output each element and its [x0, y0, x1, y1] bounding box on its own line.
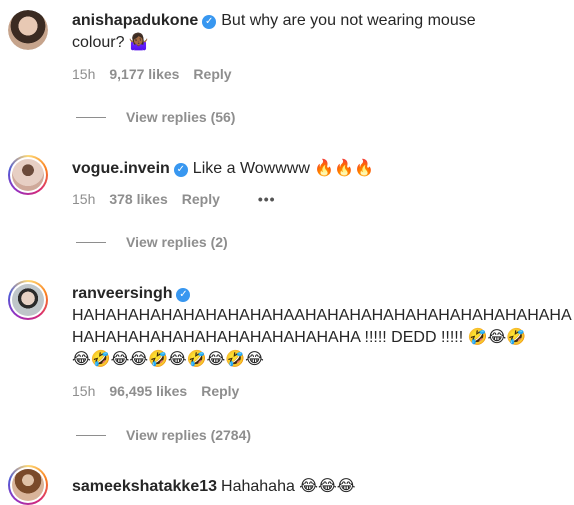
- view-replies-label: View replies (56): [126, 109, 236, 125]
- avatar[interactable]: [8, 155, 48, 195]
- comment-text-line2: HAHAHAHAHAHAHAHAHAHAHAHAHA !!!!! DEDD !!…: [72, 329, 527, 346]
- comment-body: sameekshatakke13 Hahahaha 😂😂😂: [72, 476, 560, 498]
- comment-text: Hahahaha 😂😂😂: [221, 478, 356, 495]
- timestamp[interactable]: 15h: [72, 383, 95, 399]
- comment-meta: 15h 9,177 likes Reply: [72, 66, 232, 82]
- verified-badge-icon: ✓: [202, 15, 217, 29]
- username[interactable]: anishapadukone: [72, 12, 198, 29]
- comment-text-line3: 😂🤣😂😂🤣😂🤣😂🤣😂: [72, 351, 264, 368]
- reply-button[interactable]: Reply: [193, 66, 231, 82]
- username[interactable]: sameekshatakke13: [72, 478, 217, 495]
- username[interactable]: ranveersingh: [72, 285, 172, 302]
- timestamp[interactable]: 15h: [72, 191, 95, 207]
- view-replies-label: View replies (2): [126, 234, 228, 250]
- avatar-photo: [12, 159, 44, 191]
- verified-badge-icon: ✓: [176, 288, 191, 302]
- likes-count[interactable]: 9,177 likes: [109, 66, 179, 82]
- comment-body: anishapadukone ✓ But why are you not weari…: [72, 10, 560, 54]
- comment-text: But why are you not wearing mouse: [221, 12, 476, 29]
- view-replies-button[interactable]: View replies (2784): [76, 427, 251, 443]
- avatar-inner: [10, 157, 46, 193]
- avatar[interactable]: [8, 280, 48, 320]
- avatar-photo: [12, 469, 44, 501]
- reply-button[interactable]: Reply: [201, 383, 239, 399]
- view-replies-button[interactable]: View replies (2): [76, 234, 228, 250]
- comment-body: vogue.invein ✓ Like a Wowwww 🔥🔥🔥: [72, 158, 560, 180]
- avatar[interactable]: [8, 10, 48, 50]
- view-replies-label: View replies (2784): [126, 427, 252, 443]
- avatar-inner: [10, 282, 46, 318]
- divider-line: [76, 241, 106, 243]
- comment-meta: 15h 96,495 likes Reply: [72, 383, 239, 399]
- likes-count[interactable]: 96,495 likes: [109, 383, 187, 399]
- comment-body: ranveersingh ✓ HAHAHAHAHAHAHAHAHAHAAHAHAH…: [72, 283, 572, 371]
- username[interactable]: vogue.invein: [72, 160, 170, 177]
- avatar-photo: [8, 10, 48, 50]
- reply-button[interactable]: Reply: [182, 191, 220, 207]
- divider-line: [76, 434, 106, 436]
- more-options-icon[interactable]: •••: [258, 191, 276, 207]
- comment-text-line2: colour? 🤷🏾‍♀️: [72, 34, 149, 51]
- comment-text: Like a Wowwww 🔥🔥🔥: [192, 160, 375, 177]
- comment-meta: 15h 378 likes Reply •••: [72, 191, 276, 207]
- avatar-photo: [12, 284, 44, 316]
- avatar-inner: [10, 467, 46, 503]
- avatar[interactable]: [8, 465, 48, 505]
- divider-line: [76, 116, 106, 118]
- timestamp[interactable]: 15h: [72, 66, 95, 82]
- likes-count[interactable]: 378 likes: [109, 191, 167, 207]
- verified-badge-icon: ✓: [173, 163, 188, 177]
- view-replies-button[interactable]: View replies (56): [76, 109, 235, 125]
- comment-text: HAHAHAHAHAHAHAHAHAHAAHAHAHAHAHAHAHAHAHAH…: [72, 307, 572, 324]
